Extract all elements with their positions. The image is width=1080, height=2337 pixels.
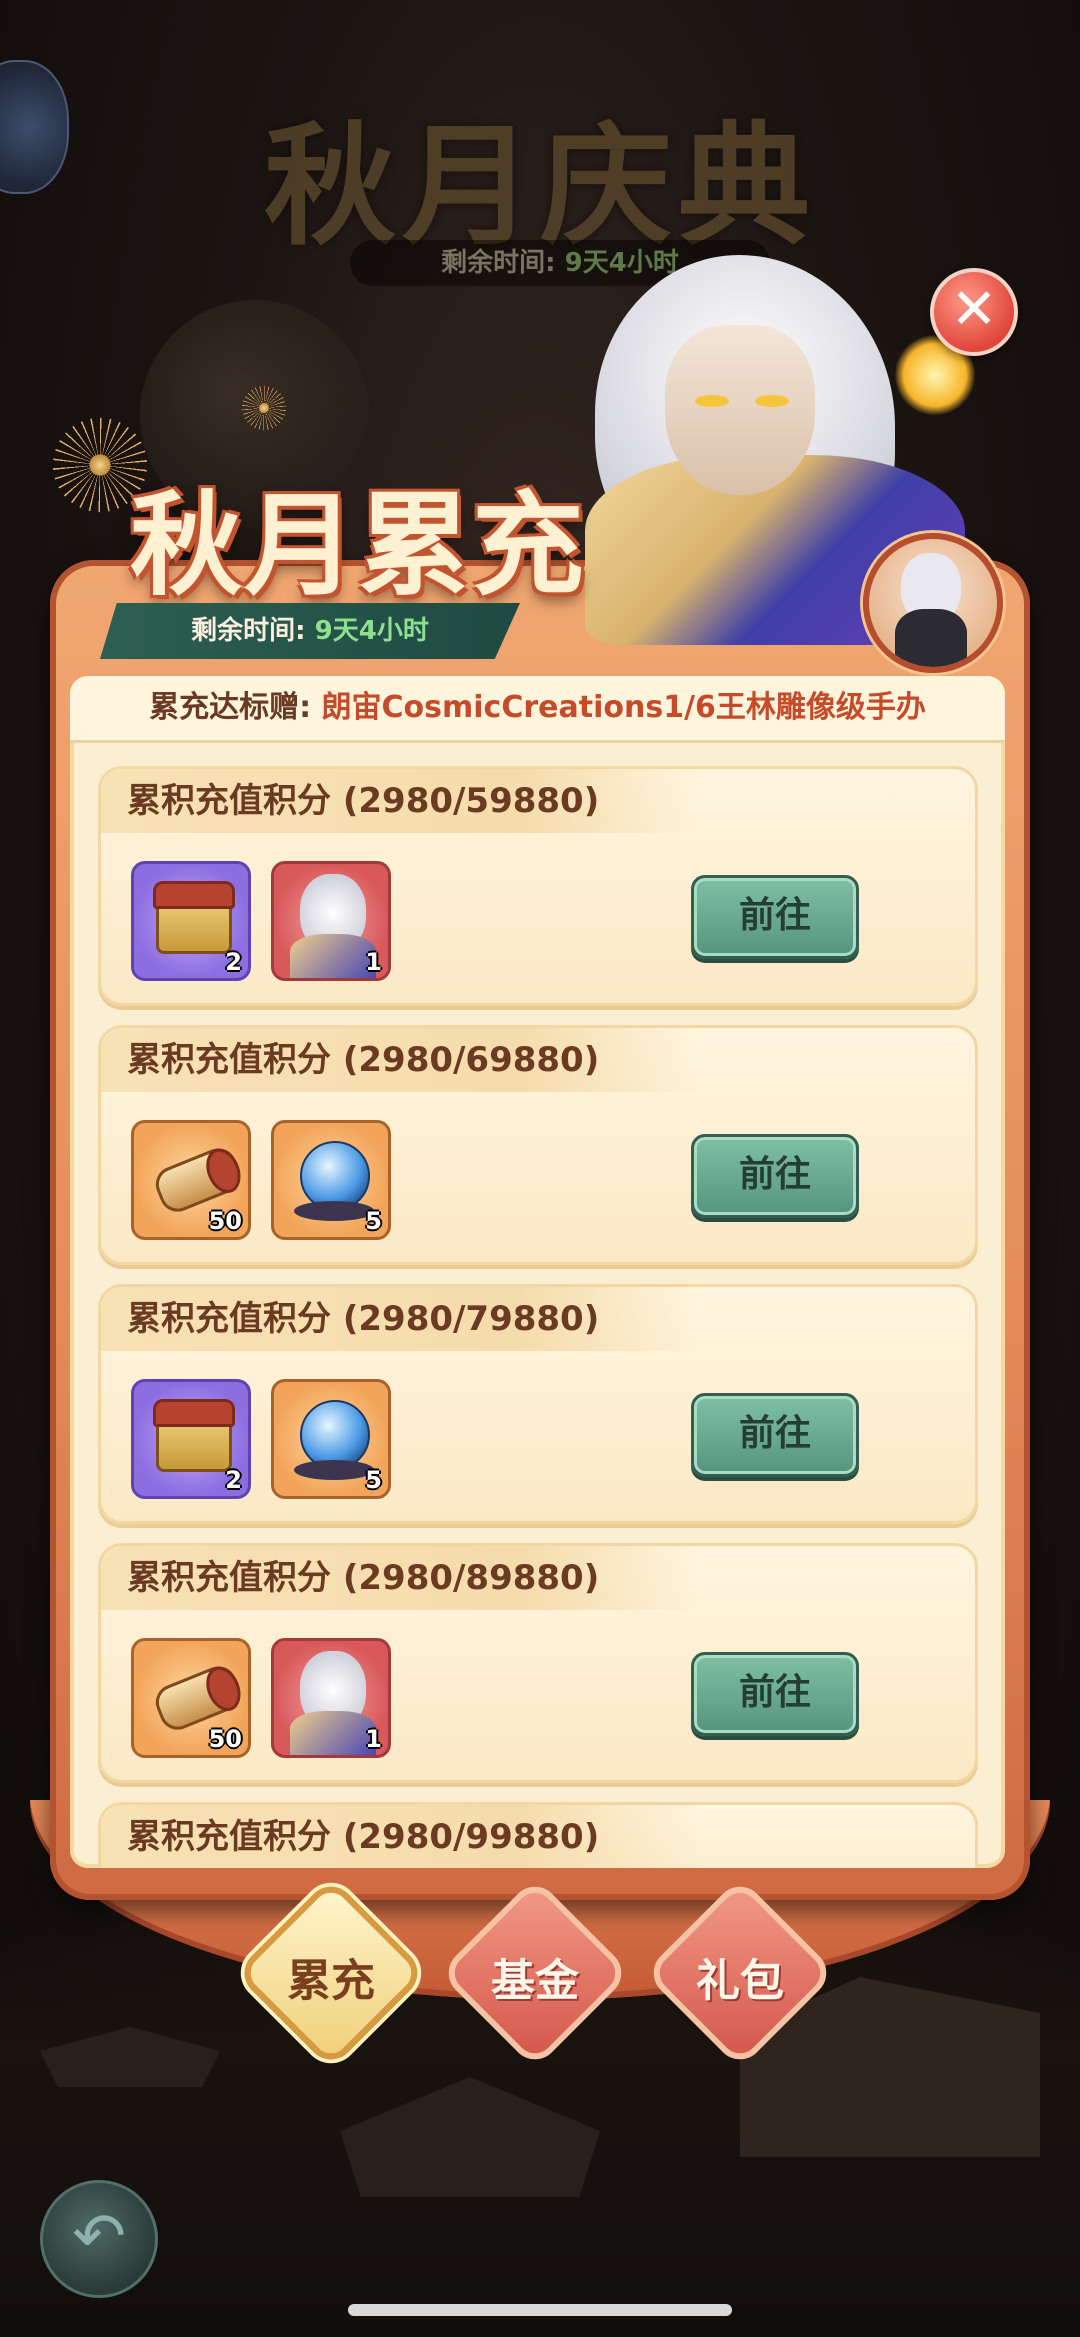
reward-item[interactable]: 2 <box>131 861 251 981</box>
tier-label: 累积充值积分 <box>127 781 331 821</box>
gift-chest-icon <box>153 881 235 954</box>
spirit-orb-icon <box>294 1141 374 1221</box>
reward-item[interactable]: 5 <box>271 1120 391 1240</box>
tier-list-container: 累充达标赠: 朗宙CosmicCreations1/6王林雕像级手办 累积充值积… <box>70 676 1005 1868</box>
panel-title: 秋月累充 <box>130 480 586 611</box>
tier-progress: (2980/79880) <box>342 1299 600 1339</box>
reward-item[interactable]: 1 <box>271 1638 391 1758</box>
reward-item[interactable]: 1 <box>271 861 391 981</box>
tier-label: 累积充值积分 <box>127 1558 331 1598</box>
tier-label: 累积充值积分 <box>127 1299 331 1339</box>
panel-time-label: 剩余时间: <box>191 616 306 646</box>
tier-label: 累积充值积分 <box>127 1817 331 1857</box>
tier-progress: (2980/69880) <box>342 1040 600 1080</box>
panel-time-value: 9天4小时 <box>314 616 429 646</box>
close-icon: ✕ <box>950 277 998 342</box>
firework-icon <box>236 380 292 436</box>
goto-button[interactable]: 前往 <box>691 1134 859 1218</box>
hero-avatar[interactable] <box>863 533 1003 673</box>
tier-progress: (2980/89880) <box>342 1558 600 1598</box>
item-count: 1 <box>365 1725 382 1753</box>
reward-banner-label: 累充达标赠: <box>149 690 312 725</box>
item-count: 2 <box>225 1466 242 1494</box>
scroll-icon <box>150 1660 246 1736</box>
tab-label: 基金 <box>491 1955 579 2007</box>
tier-progress: (2980/59880) <box>342 781 600 821</box>
tier-header: 累积充值积分 (2980/59880) <box>101 769 701 833</box>
tier-list[interactable]: 累积充值积分 (2980/59880) 2 1 前往 累积充值积分 (2980/… <box>98 766 978 1868</box>
tier-row: 累积充值积分 (2980/79880) 2 5 前往 <box>98 1284 978 1524</box>
reward-banner: 累充达标赠: 朗宙CosmicCreations1/6王林雕像级手办 <box>70 676 1005 743</box>
tier-header: 累积充值积分 (2980/99880) <box>101 1805 701 1868</box>
item-count: 5 <box>365 1466 382 1494</box>
tier-row: 累积充值积分 (2980/59880) 2 1 前往 <box>98 766 978 1006</box>
gift-chest-icon <box>153 1399 235 1472</box>
festival-time-label: 剩余时间: <box>441 248 556 278</box>
reward-item[interactable]: 50 <box>131 1120 251 1240</box>
back-button[interactable]: ↶ <box>40 2180 158 2298</box>
goto-button[interactable]: 前往 <box>691 1652 859 1736</box>
back-arrow-icon: ↶ <box>72 2200 126 2274</box>
item-count: 2 <box>225 948 242 976</box>
item-count: 50 <box>208 1725 242 1753</box>
reward-banner-prize: 朗宙CosmicCreations1/6王林雕像级手办 <box>321 690 926 725</box>
home-indicator[interactable] <box>348 2304 732 2316</box>
goto-button[interactable]: 前往 <box>691 875 859 959</box>
tier-header: 累积充值积分 (2980/79880) <box>101 1287 701 1351</box>
scroll-icon <box>150 1142 246 1218</box>
item-count: 5 <box>365 1207 382 1235</box>
panel-countdown: 剩余时间: 9天4小时 <box>100 603 520 659</box>
tier-row: 累积充值积分 (2980/89880) 50 1 前往 <box>98 1543 978 1783</box>
goto-button[interactable]: 前往 <box>691 1393 859 1477</box>
tier-progress: (2980/99880) <box>342 1817 600 1857</box>
tier-row: 累积充值积分 (2980/69880) 50 5 前往 <box>98 1025 978 1265</box>
item-count: 1 <box>365 948 382 976</box>
tier-row: 累积充值积分 (2980/99880) <box>98 1802 978 1868</box>
reward-item[interactable]: 50 <box>131 1638 251 1758</box>
reward-item[interactable]: 5 <box>271 1379 391 1499</box>
tier-header: 累积充值积分 (2980/69880) <box>101 1028 701 1092</box>
tab-label: 礼包 <box>696 1955 784 2007</box>
tier-header: 累积充值积分 (2980/89880) <box>101 1546 701 1610</box>
tab-label: 累充 <box>287 1955 375 2007</box>
close-button[interactable]: ✕ <box>930 268 1018 356</box>
spirit-orb-icon <box>294 1400 374 1480</box>
tier-label: 累积充值积分 <box>127 1040 331 1080</box>
reward-item[interactable]: 2 <box>131 1379 251 1499</box>
item-count: 50 <box>208 1207 242 1235</box>
